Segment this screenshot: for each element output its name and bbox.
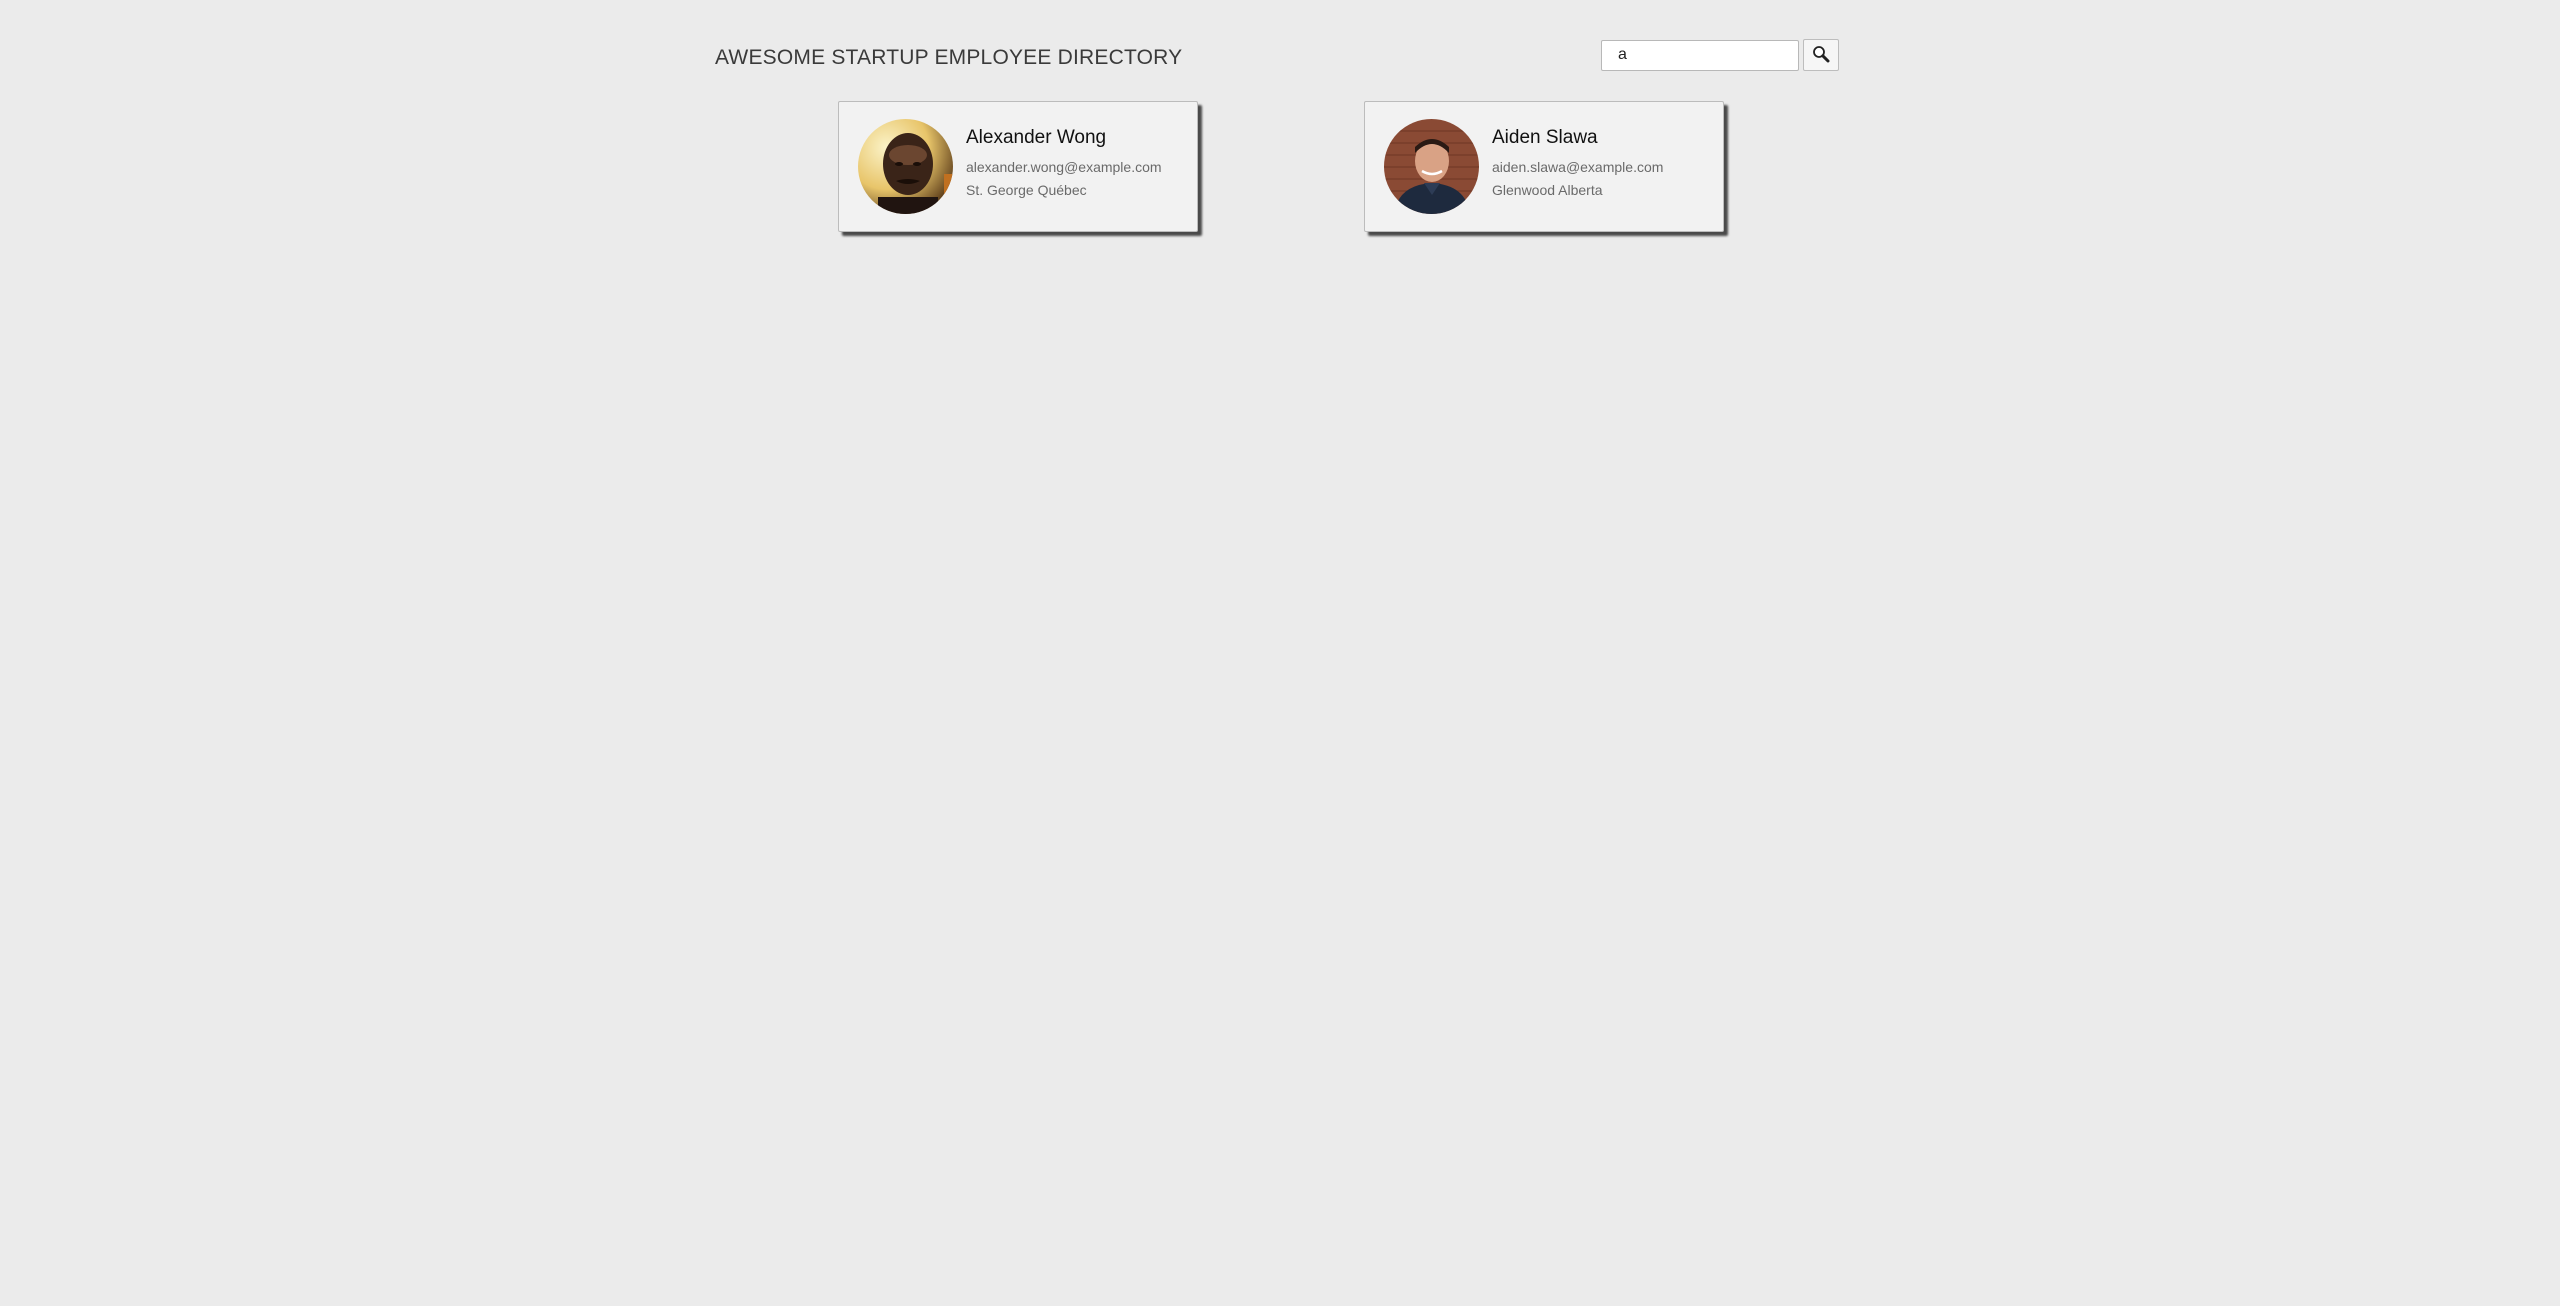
- employee-info: Alexander Wong alexander.wong@example.co…: [966, 127, 1162, 202]
- avatar: [858, 119, 953, 214]
- employee-location: Glenwood Alberta: [1492, 182, 1603, 198]
- employee-name: Alexander Wong: [966, 127, 1107, 148]
- employee-card[interactable]: Alexander Wong alexander.wong@example.co…: [838, 101, 1198, 232]
- search-icon: [1812, 45, 1830, 66]
- search-form: [1601, 39, 1839, 71]
- employee-info: Aiden Slawa aiden.slawa@example.com Glen…: [1492, 127, 1663, 202]
- search-button[interactable]: [1803, 39, 1839, 71]
- search-input[interactable]: [1601, 39, 1799, 71]
- employee-email: aiden.slawa@example.com: [1492, 159, 1664, 175]
- page-title: AWESOME STARTUP EMPLOYEE DIRECTORY: [715, 46, 1183, 69]
- employee-location: St. George Québec: [966, 182, 1087, 198]
- employee-email: alexander.wong@example.com: [966, 159, 1162, 175]
- avatar: [1384, 119, 1479, 214]
- employee-card[interactable]: Aiden Slawa aiden.slawa@example.com Glen…: [1364, 101, 1724, 232]
- employee-name: Aiden Slawa: [1492, 127, 1598, 148]
